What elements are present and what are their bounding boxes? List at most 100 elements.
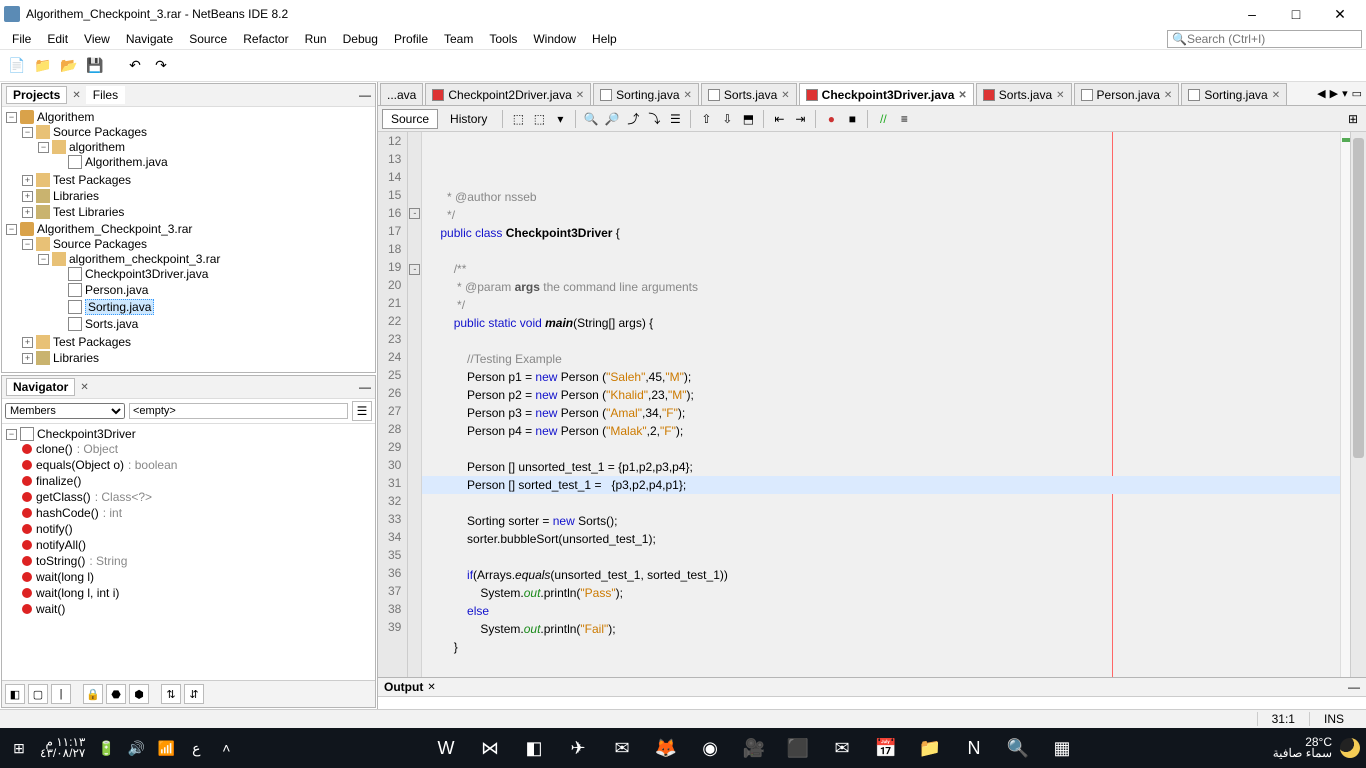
find-prev-icon[interactable]: 🔍: [582, 110, 600, 128]
find-next-icon[interactable]: 🔎: [603, 110, 621, 128]
tree-file[interactable]: Sorts.java: [85, 317, 138, 331]
editor-tab[interactable]: Sorts.java✕: [976, 83, 1072, 106]
menu-navigate[interactable]: Navigate: [118, 30, 181, 48]
output-close-icon[interactable]: ✕: [427, 682, 435, 693]
redo-button[interactable]: ↷: [150, 55, 172, 77]
tree-node[interactable]: Source Packages: [53, 237, 147, 251]
tree-node[interactable]: Libraries: [53, 189, 99, 203]
menu-edit[interactable]: Edit: [39, 30, 76, 48]
menu-source[interactable]: Source: [181, 30, 235, 48]
menu-profile[interactable]: Profile: [386, 30, 436, 48]
toolbar-icon[interactable]: ⤴: [624, 110, 642, 128]
minimize-button[interactable]: –: [1230, 2, 1274, 26]
close-button[interactable]: ✕: [1318, 2, 1362, 26]
tree-node[interactable]: Test Libraries: [53, 205, 124, 219]
code-area[interactable]: * @author nsseb */ public class Checkpoi…: [422, 132, 1340, 677]
editor-tab[interactable]: Checkpoint2Driver.java✕: [425, 83, 591, 106]
tab-close-icon[interactable]: ✕: [958, 90, 966, 101]
taskbar-search[interactable]: 🔍: [998, 730, 1038, 766]
nav-btn-4[interactable]: 🔒: [83, 684, 103, 704]
tree-node[interactable]: algorithem: [69, 140, 125, 154]
uncomment-icon[interactable]: ≡: [895, 110, 913, 128]
nav-method[interactable]: wait(long l): [36, 570, 94, 584]
nav-method[interactable]: getClass(): [36, 490, 91, 504]
save-all-button[interactable]: 💾: [84, 55, 106, 77]
files-tab[interactable]: Files: [86, 86, 125, 104]
taskbar-app-outlook[interactable]: ✉: [602, 730, 642, 766]
nav-method[interactable]: hashCode(): [36, 506, 99, 520]
taskbar-clock[interactable]: ١١:١٣ م ٤٣/٠٨/٢٧: [36, 737, 89, 759]
nav-btn-3[interactable]: |: [51, 684, 71, 704]
toolbar-icon[interactable]: ⬚: [530, 110, 548, 128]
nav-btn-6[interactable]: ⬢: [129, 684, 149, 704]
new-project-button[interactable]: 📁: [32, 55, 54, 77]
tab-close-icon[interactable]: ✕: [576, 90, 584, 101]
history-view-button[interactable]: History: [441, 109, 496, 129]
toolbar-icon[interactable]: ☰: [666, 110, 684, 128]
taskbar-app-zoom[interactable]: 🎥: [734, 730, 774, 766]
nav-method[interactable]: wait(): [36, 602, 65, 616]
taskbar-app-mail[interactable]: ✉: [822, 730, 862, 766]
taskbar-app-3d[interactable]: ⬛: [778, 730, 818, 766]
output-tab[interactable]: Output: [384, 680, 423, 694]
navigator-filter-input[interactable]: [129, 403, 348, 419]
menu-window[interactable]: Window: [525, 30, 584, 48]
taskbar-app-explorer[interactable]: 📁: [910, 730, 950, 766]
tree-node[interactable]: algorithem_checkpoint_3.rar: [69, 252, 220, 266]
nav-btn-2[interactable]: ▢: [28, 684, 48, 704]
scrollbar-thumb[interactable]: [1353, 138, 1364, 458]
nav-method[interactable]: equals(Object o): [36, 458, 124, 472]
comment-icon[interactable]: //: [874, 110, 892, 128]
taskbar-app-vs[interactable]: ⋈: [470, 730, 510, 766]
tree-file[interactable]: Checkpoint3Driver.java: [85, 267, 208, 281]
toolbar-icon[interactable]: ⇥: [791, 110, 809, 128]
toolbar-icon[interactable]: ⬒: [739, 110, 757, 128]
editor-tab[interactable]: Person.java✕: [1074, 83, 1180, 106]
taskbar-app-telegram[interactable]: ✈: [558, 730, 598, 766]
vertical-scrollbar[interactable]: [1350, 132, 1366, 677]
taskbar-weather[interactable]: 28°C سماء صافية: [1269, 737, 1336, 759]
projects-tab[interactable]: Projects: [6, 86, 67, 104]
menu-team[interactable]: Team: [436, 30, 481, 48]
menu-help[interactable]: Help: [584, 30, 625, 48]
navigator-tab-close[interactable]: ✕: [77, 382, 91, 393]
editor-tab-overflow[interactable]: ...ava: [380, 83, 423, 106]
navigator-tab[interactable]: Navigator: [6, 378, 75, 396]
nav-method[interactable]: toString(): [36, 554, 85, 568]
editor-tab[interactable]: Sorting.java✕: [1181, 83, 1287, 106]
taskbar-app-chrome[interactable]: ◉: [690, 730, 730, 766]
chevron-up-icon[interactable]: ˄: [213, 730, 239, 766]
undo-button[interactable]: ↶: [124, 55, 146, 77]
nav-method[interactable]: wait(long l, int i): [36, 586, 119, 600]
tree-node[interactable]: Libraries: [53, 351, 99, 365]
quick-search[interactable]: 🔍: [1167, 30, 1362, 48]
editor-tab[interactable]: Sorting.java✕: [593, 83, 699, 106]
menu-view[interactable]: View: [76, 30, 118, 48]
tab-scroll-right-icon[interactable]: ▶: [1330, 87, 1338, 100]
menu-debug[interactable]: Debug: [335, 30, 386, 48]
nav-btn-7[interactable]: ⇅: [161, 684, 181, 704]
tab-close-icon[interactable]: ✕: [1056, 90, 1064, 101]
start-button[interactable]: ⊞: [6, 730, 32, 766]
tab-close-icon[interactable]: ✕: [1272, 90, 1280, 101]
tree-file[interactable]: Person.java: [85, 283, 148, 297]
menu-file[interactable]: File: [4, 30, 39, 48]
tree-project[interactable]: Algorithem_Checkpoint_3.rar: [37, 222, 192, 236]
split-editor-icon[interactable]: ⊞: [1344, 110, 1362, 128]
code-editor[interactable]: 1213141516171819202122232425262728293031…: [378, 132, 1366, 677]
taskbar-app-word[interactable]: W: [426, 730, 466, 766]
taskbar-app-onenote[interactable]: N: [954, 730, 994, 766]
toolbar-icon[interactable]: ⇩: [718, 110, 736, 128]
panel-minimize-icon[interactable]: —: [359, 88, 371, 102]
tab-dropdown-icon[interactable]: ▾: [1342, 87, 1348, 100]
menu-tools[interactable]: Tools: [481, 30, 525, 48]
taskbar-app-netbeans[interactable]: ◧: [514, 730, 554, 766]
nav-btn-1[interactable]: ◧: [5, 684, 25, 704]
search-input[interactable]: [1187, 32, 1357, 46]
navigator-tree[interactable]: −Checkpoint3Driver clone() : Object equa…: [2, 424, 375, 680]
tree-node[interactable]: Test Packages: [53, 173, 131, 187]
language-indicator[interactable]: ع: [183, 730, 209, 766]
panel-minimize-icon[interactable]: —: [1348, 680, 1360, 694]
filter-options-icon[interactable]: ☰: [352, 401, 372, 421]
tree-node[interactable]: Source Packages: [53, 125, 147, 139]
